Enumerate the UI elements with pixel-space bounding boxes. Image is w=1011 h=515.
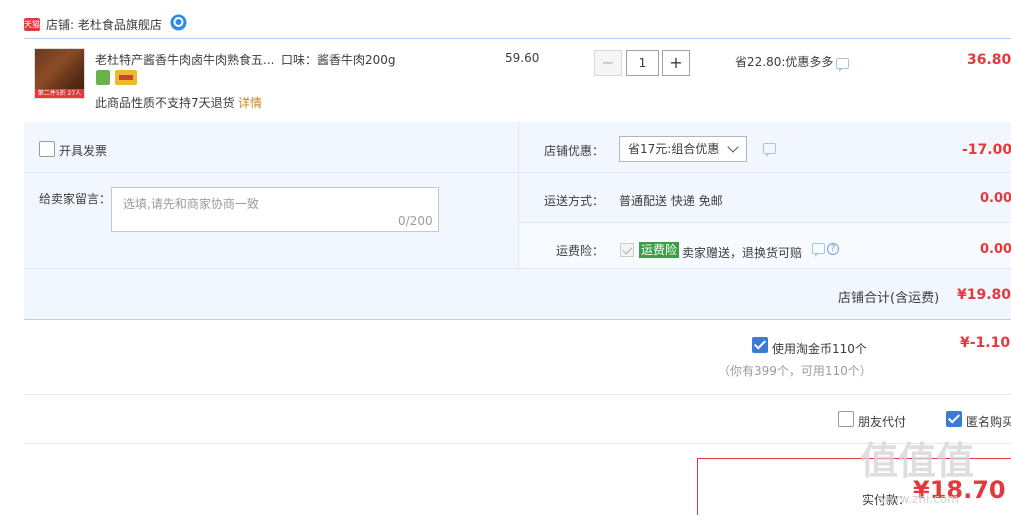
insurance-checkbox <box>620 243 634 257</box>
divider <box>24 394 1011 395</box>
tmall-badge: 天猫 <box>24 18 40 31</box>
item-saving-text: 省22.80:优惠多多 <box>735 55 834 69</box>
shipping-method: 普通配送 快递 免邮 <box>619 194 723 208</box>
shop-total-label: 店铺合计(含运费) <box>838 291 940 306</box>
unit-price: 59.60 <box>505 51 540 65</box>
seller-note-char-count: 0/200 <box>398 214 433 228</box>
insurance-info-icon[interactable] <box>812 243 825 257</box>
friend-pay-checkbox[interactable] <box>838 411 854 427</box>
shop-discount-label: 店铺优惠： <box>544 144 605 158</box>
shipping-amount: 0.00 <box>980 191 1011 206</box>
friend-pay-label[interactable]: 朋友代付 <box>858 413 906 430</box>
quantity-decrease-button[interactable]: − <box>594 50 622 76</box>
anonymous-purchase-checkbox[interactable] <box>946 411 962 427</box>
shop-discount-selected: 省17元:组合优惠 <box>628 142 720 156</box>
seller-note-placeholder: 选填,请先和商家协商一致 <box>123 197 259 211</box>
divider <box>519 172 1011 173</box>
shop-name-link[interactable]: 店铺: 老杜食品旗舰店 <box>46 16 162 33</box>
use-coins-label[interactable]: 使用淘金币110个 <box>772 340 867 357</box>
product-thumbnail[interactable]: 第二件5折 27人 <box>34 48 85 99</box>
no-return-detail-link[interactable]: 详情 <box>238 94 262 111</box>
service-guarantee-icon <box>96 70 110 85</box>
coins-discount-amount: ¥-1.10 <box>960 335 1011 351</box>
wangwang-chat-icon[interactable] <box>170 14 187 31</box>
shop-discount-select[interactable]: 省17元:组合优惠 <box>619 136 747 162</box>
shop-discount-amount: -17.00 <box>962 142 1011 158</box>
insurance-badge: 运费险 <box>639 242 680 258</box>
no-return-notice: 此商品性质不支持7天退货 <box>95 96 235 110</box>
chevron-down-icon <box>727 141 739 153</box>
use-coins-checkbox[interactable] <box>752 337 768 353</box>
credit-card-icon <box>115 70 137 85</box>
panel-divider <box>518 122 519 268</box>
insurance-text: 卖家赠送，退换货可赔 <box>682 246 803 260</box>
product-sku: 口味：酱香牛肉200g <box>281 53 396 67</box>
help-icon[interactable]: ? <box>827 243 839 255</box>
divider <box>24 172 518 173</box>
anonymous-purchase-label[interactable]: 匿名购买 <box>966 413 1011 430</box>
thumbnail-promo-tag: 第二件5折 27人 <box>35 89 84 98</box>
seller-note-label: 给卖家留言： <box>39 192 112 206</box>
quantity-increase-button[interactable]: + <box>662 50 690 76</box>
saving-info-icon[interactable] <box>836 58 849 72</box>
item-subtotal: 36.80 <box>967 52 1011 68</box>
product-title-link[interactable]: 老杜特产酱香牛肉卤牛肉熟食五... <box>95 51 275 68</box>
invoice-checkbox[interactable] <box>39 141 55 157</box>
watermark-url: www.zhi.com <box>880 492 959 506</box>
invoice-label[interactable]: 开具发票 <box>59 142 107 159</box>
divider <box>24 268 1011 269</box>
discount-info-icon[interactable] <box>763 143 776 157</box>
shipping-label: 运送方式： <box>544 194 605 208</box>
insurance-amount: 0.00 <box>980 242 1011 257</box>
insurance-label: 运费险： <box>556 244 605 258</box>
quantity-input[interactable]: 1 <box>626 50 659 76</box>
shop-total-amount: ¥19.80 <box>957 287 1011 303</box>
coins-balance-note: （你有399个，可用110个） <box>718 364 872 378</box>
